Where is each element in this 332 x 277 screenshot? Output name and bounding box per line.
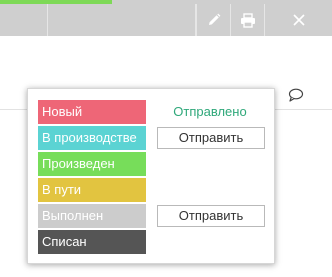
status-label-written-off[interactable]: Списан bbox=[38, 230, 146, 254]
status-popup: Новый Отправлено В производстве Отправит… bbox=[27, 88, 275, 264]
status-label-in-transit[interactable]: В пути bbox=[38, 178, 146, 202]
close-icon bbox=[292, 14, 305, 26]
status-label-in-production[interactable]: В производстве bbox=[38, 126, 146, 150]
toolbar-cell bbox=[48, 4, 196, 36]
status-row-new: Новый Отправлено bbox=[38, 100, 274, 124]
status-row-in-transit: В пути bbox=[38, 178, 274, 202]
toolbar-cell bbox=[0, 4, 48, 36]
edit-button[interactable] bbox=[196, 4, 230, 36]
status-row-produced: Произведен bbox=[38, 152, 274, 176]
pencil-icon bbox=[207, 13, 221, 27]
sent-status-text: Отправлено bbox=[173, 104, 247, 119]
status-label-produced[interactable]: Произведен bbox=[38, 152, 146, 176]
send-button[interactable]: Отправить bbox=[157, 127, 265, 149]
speech-bubble-icon[interactable] bbox=[288, 88, 304, 102]
close-button[interactable] bbox=[264, 4, 332, 36]
status-row-written-off: Списан bbox=[38, 230, 274, 254]
print-button[interactable] bbox=[230, 4, 264, 36]
send-button[interactable]: Отправить bbox=[157, 205, 265, 227]
status-label-new[interactable]: Новый bbox=[38, 100, 146, 124]
status-row-completed: Выполнен Отправить bbox=[38, 204, 274, 228]
status-row-in-production: В производстве Отправить bbox=[38, 126, 274, 150]
status-label-completed[interactable]: Выполнен bbox=[38, 204, 146, 228]
toolbar bbox=[0, 0, 332, 36]
printer-icon bbox=[240, 12, 256, 28]
